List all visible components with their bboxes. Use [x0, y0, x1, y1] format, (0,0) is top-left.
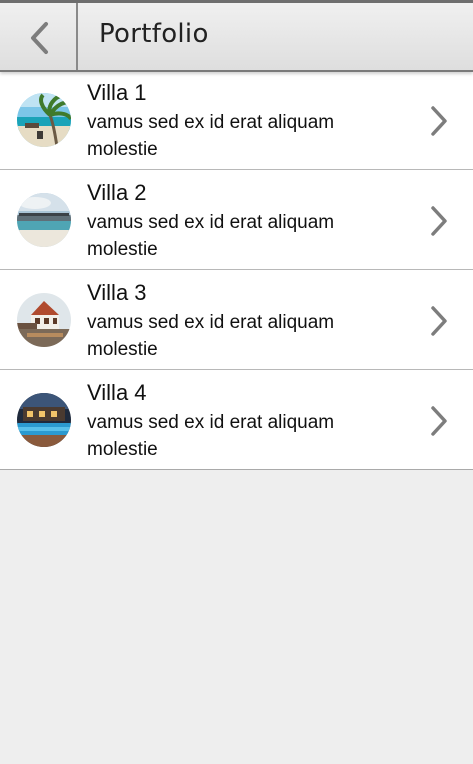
back-button[interactable] — [0, 3, 78, 70]
app-header: Portfolio — [0, 0, 473, 72]
villa-thumbnail — [17, 93, 71, 147]
list-item-villa-2[interactable]: Villa 2 vamus sed ex id erat aliquam mol… — [0, 170, 473, 270]
villa-thumbnail — [17, 293, 71, 347]
list-item-villa-1[interactable]: Villa 1 vamus sed ex id erat aliquam mol… — [0, 70, 473, 170]
item-description: vamus sed ex id erat aliquam molestie — [87, 312, 335, 360]
chevron-right-icon — [431, 406, 447, 436]
chevron-right-icon — [431, 206, 447, 236]
page-title: Portfolio — [99, 19, 209, 49]
item-title: Villa 4 — [87, 380, 147, 405]
chevron-left-icon — [31, 22, 48, 54]
item-title: Villa 1 — [87, 80, 147, 105]
item-description: vamus sed ex id erat aliquam molestie — [87, 212, 335, 260]
list-item-villa-3[interactable]: Villa 3 vamus sed ex id erat aliquam mol… — [0, 270, 473, 370]
villa-thumbnail — [17, 393, 71, 447]
chevron-right-icon — [431, 306, 447, 336]
item-title: Villa 2 — [87, 180, 147, 205]
item-title: Villa 3 — [87, 280, 147, 305]
item-description: vamus sed ex id erat aliquam molestie — [87, 112, 335, 160]
chevron-right-icon — [431, 106, 447, 136]
villa-thumbnail — [17, 193, 71, 247]
list-item-villa-4[interactable]: Villa 4 vamus sed ex id erat aliquam mol… — [0, 370, 473, 470]
villa-list: Villa 1 vamus sed ex id erat aliquam mol… — [0, 70, 473, 470]
item-description: vamus sed ex id erat aliquam molestie — [87, 412, 335, 460]
